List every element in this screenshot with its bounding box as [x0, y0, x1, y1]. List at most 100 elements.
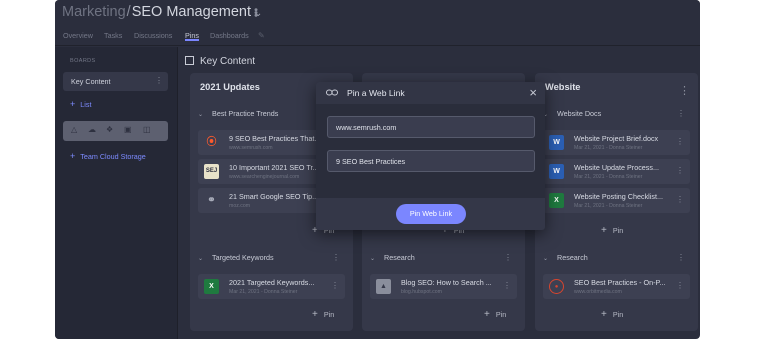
link-icon: ⚭: [207, 195, 216, 206]
card-title: 10 Important 2021 SEO Tr...: [229, 163, 319, 172]
pin-card[interactable]: X Website Posting Checklist... Mar 21, 2…: [543, 188, 690, 213]
board-name[interactable]: SEO Management: [132, 4, 251, 20]
add-pin-button[interactable]: + Pin: [312, 309, 334, 320]
plus-icon: +: [70, 151, 76, 161]
group-menu-icon[interactable]: ⋮: [504, 253, 512, 262]
sidebar-item-label: Key Content: [71, 77, 111, 86]
add-pin-button[interactable]: + Pin: [484, 309, 506, 320]
sej-icon: SEJ: [204, 164, 219, 179]
orbit-icon: ●: [549, 279, 564, 294]
card-title: 2021 Targeted Keywords...: [229, 278, 315, 287]
edit-tabs-icon[interactable]: ✎: [258, 31, 265, 40]
card-subtitle: blog.hubspot.com: [401, 289, 442, 295]
semrush-icon: ⦿: [204, 135, 219, 150]
column-title: Website: [545, 82, 581, 92]
pin-column: Website ⋮ ⌄ Website Docs ⋮ W Website Proj…: [535, 73, 698, 331]
column-menu-icon[interactable]: ⋮: [679, 84, 690, 97]
link-icon: [326, 89, 338, 96]
pin-card[interactable]: X 2021 Targeted Keywords... Mar 21, 2021…: [198, 274, 345, 299]
card-menu-icon[interactable]: ⋮: [676, 281, 684, 290]
pin-label: Pin: [323, 310, 335, 319]
card-menu-icon[interactable]: ⋮: [676, 195, 684, 204]
word-icon: W: [549, 135, 564, 150]
onedrive-icon[interactable]: ☁: [88, 125, 96, 134]
card-subtitle: Mar 21, 2021 - Donna Steiner: [574, 174, 643, 180]
board-menu-icon[interactable]: •••: [249, 8, 261, 17]
dialog-header: Pin a Web Link ×: [316, 82, 545, 104]
url-input[interactable]: www.semrush.com: [327, 116, 535, 138]
card-subtitle: Mar 21, 2021 - Donna Steiner: [574, 203, 643, 209]
group-title: Research: [557, 253, 588, 262]
group-title: Website Docs: [557, 109, 602, 118]
chevron-down-icon[interactable]: ⌄: [198, 256, 203, 262]
group-header[interactable]: ⌄ Targeted Keywords: [198, 253, 274, 262]
pin-label: Pin: [612, 310, 624, 319]
sidebar-item-key-content[interactable]: Key Content ⋮: [63, 72, 168, 91]
group-header[interactable]: ⌄ Best Practice Trends: [198, 109, 278, 118]
column-title: 2021 Updates: [200, 82, 260, 92]
plus-icon: +: [484, 309, 490, 320]
board-title: Marketing/SEO Management ⌄: [62, 4, 262, 20]
cloud-storage-bar[interactable]: △ ☁ ❖ ▣ ◫: [63, 121, 168, 141]
card-subtitle: Mar 21, 2021 - Donna Steiner: [229, 289, 298, 295]
group-menu-icon[interactable]: ⋮: [677, 109, 685, 118]
chevron-down-icon[interactable]: ⌄: [543, 256, 548, 262]
box-icon[interactable]: ▣: [124, 125, 132, 134]
plus-icon: +: [312, 309, 318, 320]
word-icon: W: [549, 164, 564, 179]
card-menu-icon[interactable]: ⋮: [503, 281, 511, 290]
add-list-label: List: [80, 100, 92, 109]
pin-card[interactable]: ● SEO Best Practices - On-P... www.orbit…: [543, 274, 690, 299]
pin-card[interactable]: W Website Project Brief.docx Mar 21, 202…: [543, 130, 690, 155]
card-subtitle: moz.com: [229, 203, 251, 209]
card-subtitle: www.searchenginejournal.com: [229, 174, 300, 180]
pin-card[interactable]: ▲ Blog SEO: How to Search ... blog.hubsp…: [370, 274, 517, 299]
page-title-text: Key Content: [200, 56, 256, 67]
tab-discussions[interactable]: Discussions: [134, 31, 172, 40]
group-title: Best Practice Trends: [212, 109, 279, 118]
pin-label: Pin: [495, 310, 507, 319]
google-drive-icon[interactable]: △: [71, 125, 77, 134]
card-title: Website Update Process...: [574, 163, 659, 172]
close-icon[interactable]: ×: [529, 85, 537, 100]
boards-heading: BOARDS: [70, 58, 96, 64]
pin-card[interactable]: W Website Update Process... Mar 21, 2021…: [543, 159, 690, 184]
workspace-link[interactable]: Marketing: [62, 4, 126, 20]
sharepoint-icon[interactable]: ◫: [143, 125, 151, 134]
tab-pins[interactable]: Pins: [185, 31, 199, 41]
link-name-input[interactable]: 9 SEO Best Practices: [327, 150, 535, 172]
sidebar-item-menu-icon[interactable]: ⋮: [155, 76, 163, 85]
card-menu-icon[interactable]: ⋮: [331, 281, 339, 290]
card-menu-icon[interactable]: ⋮: [676, 166, 684, 175]
group-header[interactable]: ⌄ Research: [370, 253, 415, 262]
panel-toggle-icon[interactable]: [185, 56, 194, 65]
card-subtitle: www.orbitmedia.com: [574, 289, 622, 295]
pin-web-link-button[interactable]: Pin Web Link: [396, 204, 466, 224]
tab-dashboards[interactable]: Dashboards: [210, 31, 249, 40]
group-menu-icon[interactable]: ⋮: [332, 253, 340, 262]
group-header[interactable]: ⌄ Research: [543, 253, 588, 262]
pin-web-link-dialog: Pin a Web Link × www.semrush.com 9 SEO B…: [316, 82, 545, 230]
card-subtitle: www.semrush.com: [229, 145, 273, 151]
group-title: Research: [384, 253, 415, 262]
tab-overview[interactable]: Overview: [63, 31, 93, 40]
excel-icon: X: [549, 193, 564, 208]
add-pin-button[interactable]: + Pin: [601, 309, 623, 320]
card-title: Blog SEO: How to Search ...: [401, 278, 492, 287]
pin-label: Pin: [612, 226, 624, 235]
chevron-down-icon[interactable]: ⌄: [370, 256, 375, 262]
add-list-button[interactable]: + List: [70, 99, 91, 109]
add-cloud-storage-button[interactable]: + Team Cloud Storage: [70, 151, 146, 161]
group-menu-icon[interactable]: ⋮: [677, 253, 685, 262]
tab-tasks[interactable]: Tasks: [104, 31, 122, 40]
group-header[interactable]: ⌄ Website Docs: [543, 109, 601, 118]
card-subtitle: Mar 21, 2021 - Donna Steiner: [574, 145, 643, 151]
sidebar: BOARDS Key Content ⋮ + List △ ☁ ❖ ▣ ◫ + Te…: [55, 47, 177, 339]
card-title: Website Project Brief.docx: [574, 134, 659, 143]
card-menu-icon[interactable]: ⋮: [676, 137, 684, 146]
dropbox-icon[interactable]: ❖: [106, 125, 113, 134]
page-title: Key Content: [185, 56, 255, 67]
add-pin-button[interactable]: + Pin: [601, 225, 623, 236]
add-cloud-label: Team Cloud Storage: [80, 152, 146, 161]
chevron-down-icon[interactable]: ⌄: [198, 112, 203, 118]
